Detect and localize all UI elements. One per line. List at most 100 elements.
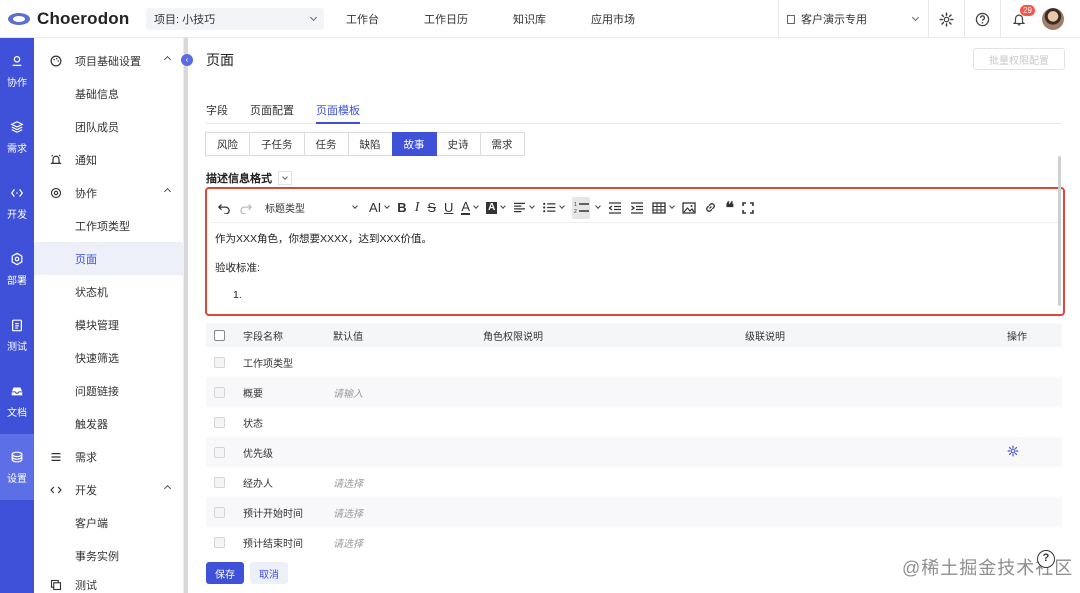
- strike-button[interactable]: S: [427, 197, 436, 219]
- menu-group-basic-settings[interactable]: 项目基础设置: [34, 44, 184, 77]
- side-menu-scrollbar[interactable]: [184, 38, 188, 593]
- type-task[interactable]: 任务: [303, 132, 349, 156]
- rail-item-docs[interactable]: 文档: [0, 368, 34, 434]
- tab-page-config[interactable]: 页面配置: [250, 90, 294, 124]
- save-button[interactable]: 保存: [206, 562, 244, 584]
- editor-list-item: 1.: [233, 289, 242, 301]
- menu-item-quick-filter[interactable]: 快速筛选: [34, 341, 184, 374]
- type-bug[interactable]: 缺陷: [347, 132, 393, 156]
- chevron-down-icon: [500, 203, 507, 209]
- code-icon: [10, 188, 24, 197]
- row-checkbox[interactable]: [214, 536, 225, 548]
- desc-format-toggle[interactable]: [278, 171, 292, 185]
- menu-item-requirement[interactable]: 需求: [34, 440, 184, 473]
- nav-workbench[interactable]: 工作台: [346, 11, 379, 27]
- bullet-list-button[interactable]: [542, 197, 566, 219]
- cascade-settings-button[interactable]: [1007, 445, 1047, 460]
- row-checkbox[interactable]: [214, 386, 225, 398]
- main-scrollbar[interactable]: [1058, 156, 1061, 306]
- table-button[interactable]: [652, 197, 676, 219]
- batch-permission-button[interactable]: 批量权限配置: [973, 48, 1065, 70]
- row-checkbox[interactable]: [214, 356, 225, 368]
- rail-label: 需求: [7, 143, 27, 155]
- row-checkbox[interactable]: [214, 476, 225, 488]
- menu-item-trigger[interactable]: 触发器: [34, 407, 184, 440]
- cell-default-select[interactable]: 请选择: [333, 535, 483, 550]
- svg-text:2: 2: [574, 209, 577, 215]
- deploy-icon: [11, 252, 23, 265]
- align-button[interactable]: [513, 197, 536, 219]
- notification-button[interactable]: 29: [1000, 0, 1036, 38]
- settings-button[interactable]: [928, 0, 964, 38]
- font-color-button[interactable]: A: [461, 197, 479, 219]
- rail-item-dev[interactable]: 开发: [0, 170, 34, 236]
- bold-button[interactable]: B: [397, 197, 406, 219]
- row-checkbox[interactable]: [214, 416, 225, 428]
- tab-page-template[interactable]: 页面模板: [316, 90, 360, 124]
- rail-item-deploy[interactable]: 部署: [0, 236, 34, 302]
- menu-item-page[interactable]: 页面: [34, 242, 184, 275]
- org-select[interactable]: 客户演示专用: [778, 0, 928, 38]
- rail-item-requirement[interactable]: 需求: [0, 104, 34, 170]
- nav-knowledge[interactable]: 知识库: [513, 11, 546, 27]
- align-left-icon: [514, 202, 526, 213]
- chevron-down-icon: [282, 174, 288, 180]
- menu-group-collab[interactable]: 协作: [34, 176, 184, 209]
- cancel-button[interactable]: 取消: [250, 562, 288, 584]
- indent-button[interactable]: [630, 197, 644, 219]
- footer-actions: 保存 取消: [206, 562, 288, 584]
- type-requirement[interactable]: 需求: [479, 132, 525, 156]
- image-button[interactable]: [682, 197, 696, 219]
- bg-color-button[interactable]: A: [486, 197, 507, 219]
- project-select[interactable]: 项目: 小技巧: [146, 7, 324, 30]
- floating-help-button[interactable]: ?: [1037, 550, 1055, 568]
- menu-item-team-members[interactable]: 团队成员: [34, 110, 184, 143]
- type-story[interactable]: 故事: [391, 132, 437, 156]
- logo[interactable]: Choerodon: [0, 9, 146, 29]
- rail-item-test[interactable]: 测试: [0, 302, 34, 368]
- quote-button[interactable]: ❝: [725, 197, 734, 219]
- redo-button[interactable]: [239, 197, 253, 219]
- menu-item-state-machine[interactable]: 状态机: [34, 275, 184, 308]
- type-epic[interactable]: 史诗: [435, 132, 481, 156]
- chevron-down-icon: [669, 203, 676, 209]
- nav-calendar[interactable]: 工作日历: [424, 11, 468, 27]
- type-risk[interactable]: 风险: [205, 132, 250, 156]
- rail-item-settings[interactable]: 设置: [0, 434, 34, 500]
- cell-default-select[interactable]: 请选择: [333, 475, 483, 490]
- undo-button[interactable]: [217, 197, 231, 219]
- logo-text: Choerodon: [37, 8, 130, 28]
- help-button[interactable]: [964, 0, 1000, 38]
- cell-default-input[interactable]: 请输入: [333, 385, 483, 400]
- tab-fields[interactable]: 字段: [206, 90, 228, 124]
- menu-item-test[interactable]: 测试: [34, 568, 184, 593]
- row-checkbox[interactable]: [214, 506, 225, 518]
- menu-item-issue-link[interactable]: 问题链接: [34, 374, 184, 407]
- menu-item-modules[interactable]: 模块管理: [34, 308, 184, 341]
- menu-item-notify[interactable]: 通知: [34, 143, 184, 176]
- menu-item-basic-info[interactable]: 基础信息: [34, 77, 184, 110]
- editor-content[interactable]: 作为XXX角色，你想要XXXX，达到XXX价值。 验收标准: 1.: [215, 231, 1051, 315]
- chevron-down-icon: [309, 13, 318, 21]
- heading-type-select[interactable]: 标题类型: [261, 197, 361, 219]
- fullscreen-button[interactable]: [742, 197, 754, 219]
- cell-default-select[interactable]: 请选择: [333, 505, 483, 520]
- font-size-button[interactable]: AI: [369, 197, 391, 219]
- inbox-icon: [11, 387, 23, 395]
- link-button[interactable]: [704, 197, 717, 219]
- italic-button[interactable]: I: [415, 197, 420, 219]
- avatar[interactable]: [1042, 8, 1064, 30]
- row-checkbox[interactable]: [214, 446, 225, 458]
- menu-group-dev[interactable]: 开发: [34, 473, 184, 506]
- layers-icon: [10, 120, 24, 133]
- select-all-checkbox[interactable]: [214, 329, 225, 341]
- outdent-button[interactable]: [608, 197, 622, 219]
- ordered-list-button[interactable]: 12: [572, 196, 591, 219]
- type-subtask[interactable]: 子任务: [249, 132, 305, 156]
- nav-market[interactable]: 应用市场: [591, 11, 635, 27]
- underline-button[interactable]: U: [444, 197, 453, 219]
- menu-item-client[interactable]: 客户端: [34, 506, 184, 539]
- menu-item-issue-types[interactable]: 工作项类型: [34, 209, 184, 242]
- list-dropdown[interactable]: [592, 197, 602, 219]
- rail-item-collab[interactable]: 协作: [0, 38, 34, 104]
